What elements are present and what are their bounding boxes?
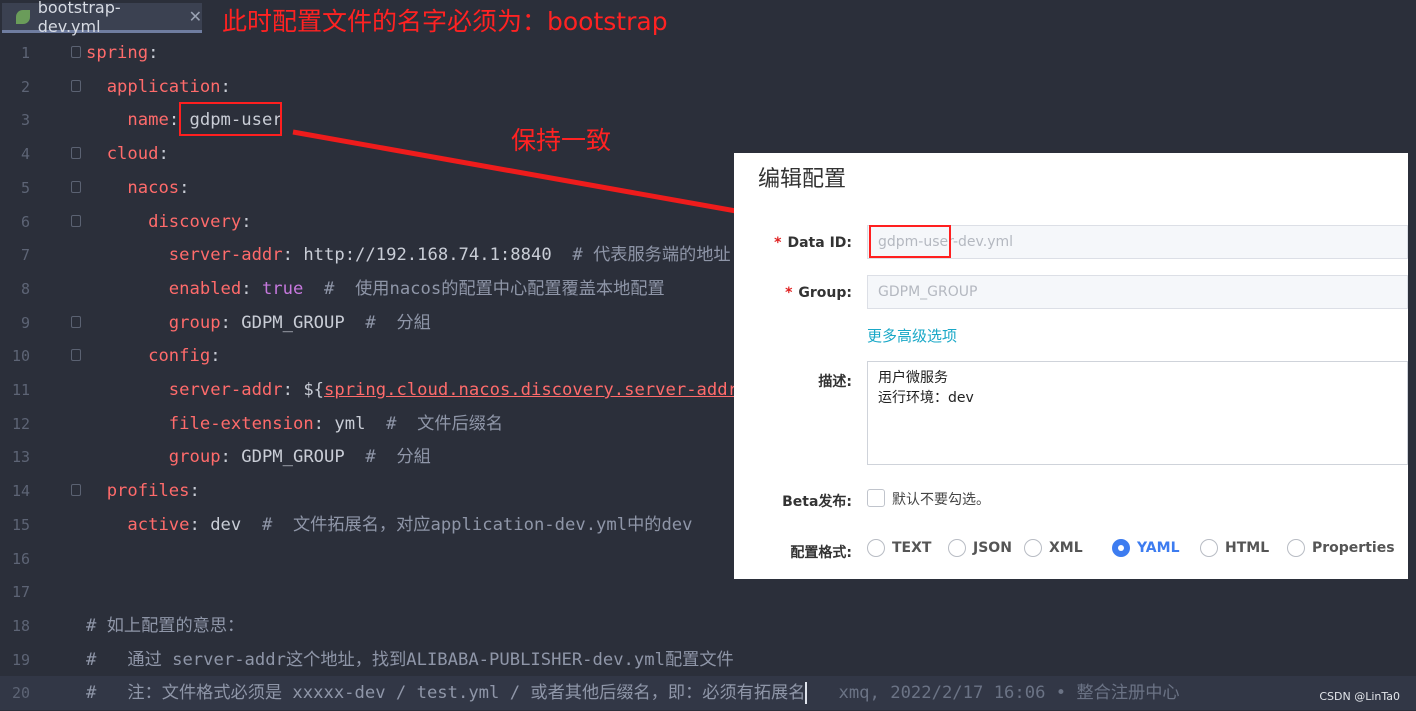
radio-icon[interactable] (948, 539, 966, 557)
required-mark: * (785, 285, 793, 301)
description-textarea[interactable]: 用户微服务 运行环境：dev (867, 361, 1408, 465)
beta-checkbox[interactable] (867, 489, 885, 507)
description-line-2: 运行环境：dev (878, 390, 974, 406)
format-option-json[interactable]: JSON (948, 539, 1012, 557)
watermark: CSDN @LinTa0 (1319, 690, 1400, 703)
format-option-properties[interactable]: Properties (1287, 539, 1395, 557)
highlight-box-dataid (869, 225, 951, 258)
format-option-label: HTML (1225, 540, 1270, 556)
radio-icon[interactable] (1287, 539, 1305, 557)
format-option-xml[interactable]: XML (1024, 539, 1083, 557)
format-option-label: YAML (1137, 540, 1180, 556)
data-id-label: * Data ID: (774, 235, 852, 251)
beta-label: Beta发布: (782, 494, 852, 510)
beta-checkbox-label: 默认不要勾选。 (892, 492, 990, 508)
format-option-text[interactable]: TEXT (867, 539, 931, 557)
description-line-1: 用户微服务 (878, 370, 948, 386)
annotation-arrow-note: 保持一致 (511, 126, 612, 155)
panel-title: 编辑配置 (758, 167, 847, 192)
format-option-label: Properties (1312, 540, 1395, 556)
group-label: * Group: (785, 285, 852, 301)
required-mark: * (774, 235, 782, 251)
group-input[interactable]: GDPM_GROUP (867, 275, 1408, 309)
format-option-label: JSON (973, 540, 1012, 556)
format-option-label: XML (1049, 540, 1083, 556)
radio-icon[interactable] (1024, 539, 1042, 557)
radio-icon[interactable] (1112, 539, 1130, 557)
format-option-yaml[interactable]: YAML (1112, 539, 1180, 557)
description-label: 描述: (818, 374, 852, 390)
edit-config-panel: 编辑配置 * Data ID: gdpm-user-dev.yml * Group:… (734, 153, 1408, 579)
format-option-label: TEXT (892, 540, 932, 556)
advanced-options-link[interactable]: 更多高级选项 (867, 325, 957, 346)
radio-icon[interactable] (867, 539, 885, 557)
format-label: 配置格式: (790, 545, 852, 561)
radio-icon[interactable] (1200, 539, 1218, 557)
format-option-html[interactable]: HTML (1200, 539, 1269, 557)
